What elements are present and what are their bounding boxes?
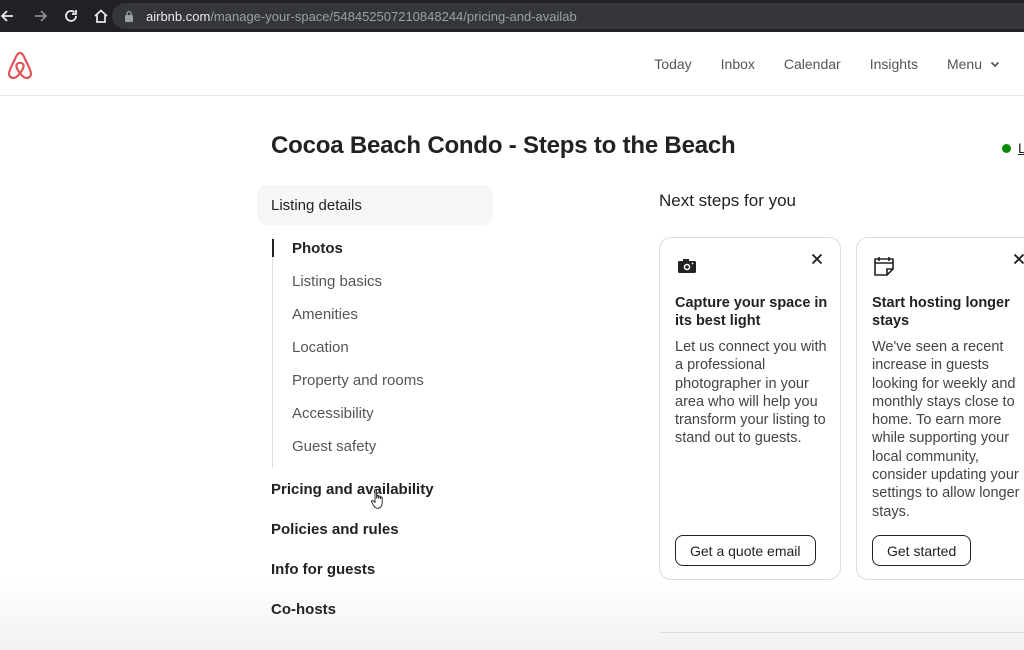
status-dot-icon [1002, 143, 1011, 153]
home-icon [94, 9, 108, 23]
sidebar-pricing-and-availability[interactable]: Pricing and availability [271, 481, 434, 498]
hand-cursor-icon [371, 489, 383, 509]
subnav-location[interactable]: Location [273, 336, 492, 369]
top-navigation: Today Inbox Calendar Insights Menu [654, 32, 1024, 96]
sidebar-info-for-guests[interactable]: Info for guests [271, 561, 375, 578]
card-title: Capture your space in its best light [675, 295, 828, 329]
subnav-property-and-rooms[interactable]: Property and rooms [273, 369, 492, 402]
nav-inbox[interactable]: Inbox [721, 56, 755, 72]
address-bar[interactable]: airbnb.com/manage-your-space/54845250721… [112, 3, 1024, 29]
arrow-right-icon [35, 10, 48, 22]
listing-status[interactable]: L [1002, 140, 1024, 156]
sidebar-co-hosts-label[interactable]: Co-hosts [271, 601, 336, 618]
arrow-left-icon [0, 10, 13, 22]
calendar-icon [874, 257, 894, 276]
home-button[interactable] [88, 3, 114, 29]
next-step-card: Start hosting longer stays We've seen a … [856, 237, 1024, 580]
menu-dropdown[interactable]: Menu [947, 56, 1000, 72]
menu-label: Menu [946, 56, 982, 72]
card-body: We've seen a recent increase in guests l… [872, 339, 1020, 520]
chevron-down-icon [990, 61, 1000, 68]
get-started-button[interactable]: Get started [872, 535, 972, 566]
site-header: Today Inbox Calendar Insights Menu [0, 32, 1024, 96]
reload-icon [65, 10, 77, 22]
sidebar-listing-details[interactable]: Listing details [257, 185, 493, 225]
next-steps-title: Next steps for you [659, 191, 797, 210]
close-icon[interactable] [1012, 252, 1024, 266]
nav-today[interactable]: Today [654, 56, 691, 72]
subnav-listing-basics[interactable]: Listing basics [273, 270, 492, 303]
reload-button[interactable] [58, 3, 84, 29]
airbnb-logo-icon[interactable] [6, 50, 34, 80]
next-step-card: Capture your space in its best light Let… [659, 237, 841, 580]
back-button[interactable] [0, 3, 20, 29]
nav-insights[interactable]: Insights [870, 56, 918, 72]
get-quote-email-button[interactable]: Get a quote email [675, 535, 816, 566]
listing-title: Cocoa Beach Condo - Steps to the Beach [271, 132, 736, 159]
lock-icon [125, 10, 133, 22]
forward-button[interactable] [28, 3, 54, 29]
bottom-fade [0, 580, 1024, 650]
card-title: Start hosting longer stays [872, 295, 1010, 329]
browser-toolbar: airbnb.com/manage-your-space/54845250721… [0, 0, 1024, 32]
subnav-guest-safety[interactable]: Guest safety [273, 435, 492, 468]
status-link[interactable]: L [1018, 140, 1024, 156]
close-icon[interactable] [810, 252, 824, 266]
sidebar-policies-and-rules[interactable]: Policies and rules [271, 521, 399, 538]
section-divider [659, 632, 1024, 633]
card-body: Let us connect you with a professional p… [675, 339, 827, 447]
url-text: airbnb.com/manage-your-space/54845250721… [146, 8, 577, 24]
listing-details-subnav: Photos Listing basics Amenities Location… [272, 237, 492, 468]
subnav-accessibility[interactable]: Accessibility [273, 402, 492, 435]
subnav-photos[interactable]: Photos [272, 237, 492, 270]
subnav-amenities[interactable]: Amenities [273, 303, 492, 336]
nav-calendar[interactable]: Calendar [784, 56, 841, 72]
camera-icon [678, 259, 696, 273]
